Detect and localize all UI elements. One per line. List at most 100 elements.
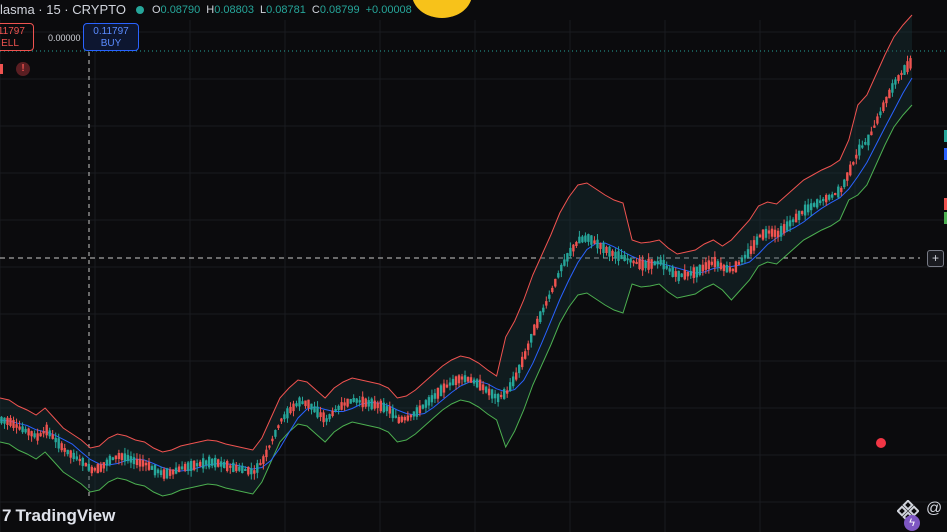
candle-body xyxy=(247,466,250,475)
candle-body xyxy=(331,410,334,416)
candle-body xyxy=(797,210,801,220)
candle-body xyxy=(220,461,223,467)
tradingview-mark-icon: 7 xyxy=(2,506,12,525)
candle-body xyxy=(794,213,798,223)
candle-body xyxy=(864,142,867,145)
candle-body xyxy=(897,75,900,81)
candle-body xyxy=(554,278,557,287)
spread-value: 0.00000 xyxy=(48,33,81,43)
candle-body xyxy=(472,379,476,384)
candle-body xyxy=(307,399,310,409)
candle-body xyxy=(593,240,596,244)
candle-body xyxy=(427,397,431,406)
candle-body xyxy=(93,468,96,471)
candle-body xyxy=(909,58,912,69)
candle-body xyxy=(120,453,124,461)
add-plus-icon[interactable]: + xyxy=(927,250,944,267)
candle-body xyxy=(563,259,566,266)
candle-body xyxy=(566,253,569,262)
candle-body xyxy=(159,470,163,475)
candle-body xyxy=(277,425,280,428)
buy-label: BUY xyxy=(100,38,122,49)
candle-body xyxy=(75,456,78,460)
candle-body xyxy=(816,199,819,208)
candle-body xyxy=(605,246,608,253)
at-icon[interactable]: @ xyxy=(926,500,942,518)
candle-body xyxy=(174,467,178,474)
candle-body xyxy=(788,220,792,227)
alert-icon[interactable]: ! xyxy=(16,62,30,76)
candle-body xyxy=(632,260,635,264)
candle-body xyxy=(551,287,554,292)
candle-body xyxy=(644,261,647,269)
candle-body xyxy=(638,259,641,269)
buy-button[interactable]: 0.11797 BUY xyxy=(83,23,139,51)
candle-body xyxy=(30,431,33,437)
candle-body xyxy=(885,96,888,104)
candle-body xyxy=(6,417,9,425)
candle-body xyxy=(15,424,18,428)
candle-body xyxy=(69,450,72,458)
candle-body xyxy=(484,386,488,393)
candle-body xyxy=(96,464,99,474)
symbol-title[interactable]: lasma · 15 · CRYPTO xyxy=(0,0,126,20)
candle-body xyxy=(433,393,437,399)
candle-body xyxy=(611,250,614,256)
candle-body xyxy=(144,462,148,466)
candle-body xyxy=(707,260,710,269)
candle-body xyxy=(180,466,184,470)
candle-body xyxy=(731,268,735,272)
candle-body xyxy=(382,402,385,413)
candle-body xyxy=(533,324,536,336)
candle-body xyxy=(99,464,102,472)
candle-body xyxy=(822,198,825,202)
candle-body xyxy=(195,463,199,467)
candle-body xyxy=(0,416,3,424)
candle-body xyxy=(650,259,653,269)
candle-body xyxy=(298,397,301,407)
candle-body xyxy=(602,243,605,253)
tradingview-logo[interactable]: 7 TradingView xyxy=(2,506,115,526)
candle-body xyxy=(846,172,849,181)
candle-body xyxy=(704,262,707,270)
candle-body xyxy=(39,433,42,437)
candle-body xyxy=(117,453,121,459)
candle-body xyxy=(761,229,765,240)
sell-button[interactable]: .11797 ELL xyxy=(0,23,34,51)
candle-body xyxy=(665,265,668,269)
candle-body xyxy=(430,395,434,403)
candle-body xyxy=(205,460,208,465)
candle-body xyxy=(289,406,292,414)
candle-body xyxy=(891,83,894,93)
candle-body xyxy=(445,384,449,388)
candle-body xyxy=(51,434,54,439)
candle-body xyxy=(211,458,214,466)
candle-body xyxy=(84,462,87,467)
candle-body xyxy=(346,398,349,407)
candle-body xyxy=(208,456,211,468)
candle-body xyxy=(572,244,575,252)
candle-body xyxy=(147,462,151,470)
candle-body xyxy=(888,89,891,99)
candle-body xyxy=(725,265,729,273)
candle-body xyxy=(391,408,394,419)
candle-body xyxy=(24,428,27,433)
candle-body xyxy=(54,437,57,443)
candle-body xyxy=(617,251,620,261)
candle-body xyxy=(45,424,48,436)
candle-body xyxy=(400,416,403,422)
candle-body xyxy=(415,407,419,417)
candle-body xyxy=(620,255,623,260)
candle-body xyxy=(141,460,145,467)
candle-body xyxy=(837,186,840,198)
candle-body xyxy=(656,260,659,265)
bolt-icon[interactable]: ϟ xyxy=(904,515,920,531)
candle-body xyxy=(647,258,650,270)
price-chart[interactable] xyxy=(0,0,947,532)
candle-body xyxy=(828,194,831,200)
candle-body xyxy=(262,456,265,464)
candle-body xyxy=(776,230,780,238)
candle-body xyxy=(810,203,813,211)
candle-body xyxy=(183,463,187,471)
candle-body xyxy=(677,270,680,282)
